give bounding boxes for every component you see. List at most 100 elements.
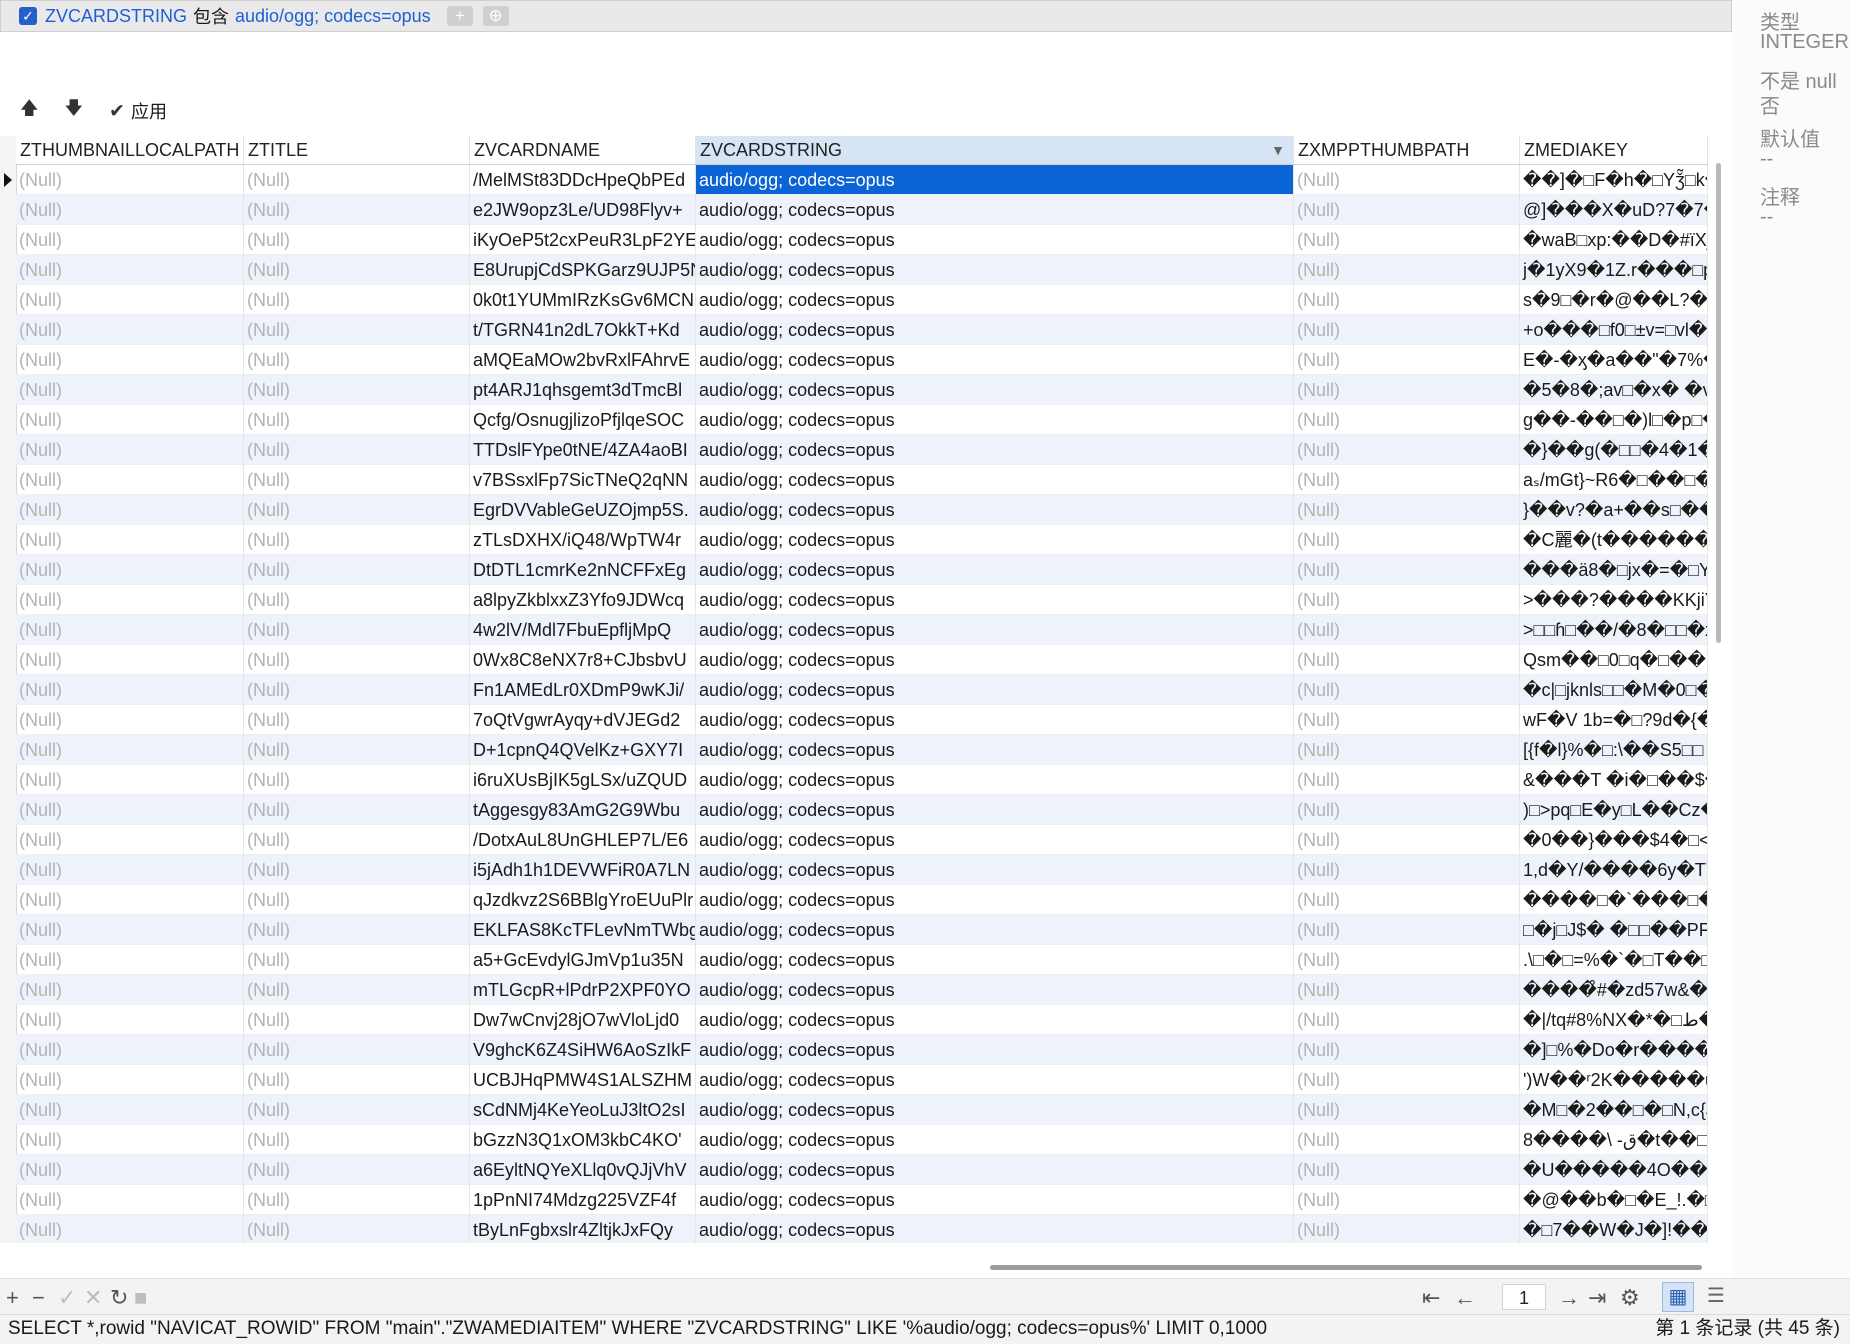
table-cell[interactable]: �c|□jknls□□�M�0□�D	[1520, 675, 1708, 705]
table-row[interactable]: (Null) (Null) v7BSsxlFp7SicTNeQ2qNN audio/o…	[16, 465, 1708, 495]
table-cell[interactable]: (Null)	[1294, 885, 1520, 915]
table-cell[interactable]: (Null)	[16, 405, 244, 435]
table-cell[interactable]: (Null)	[1294, 405, 1520, 435]
table-cell[interactable]: TTDslFYpe0tNE/4ZA4aoBI	[470, 435, 696, 465]
table-cell[interactable]: (Null)	[16, 1095, 244, 1125]
table-row[interactable]: (Null) (Null) zTLsDXHX/iQ48/WpTW4r audio/og…	[16, 525, 1708, 555]
table-cell[interactable]: (Null)	[244, 1095, 470, 1125]
table-cell[interactable]: audio/ogg; codecs=opus	[696, 1065, 1294, 1095]
table-cell[interactable]: ����̊#�zd57w&��~	[1520, 975, 1708, 1005]
table-cell[interactable]: �□7��W�J�]!��9□�(X	[1520, 1215, 1708, 1243]
table-cell[interactable]: (Null)	[1294, 1125, 1520, 1155]
grid-view-icon[interactable]: ▦	[1662, 1282, 1694, 1312]
table-cell[interactable]: (Null)	[16, 765, 244, 795]
filter-operator[interactable]: 包含	[193, 3, 229, 29]
table-cell[interactable]: (Null)	[1294, 1215, 1520, 1243]
table-cell[interactable]: (Null)	[16, 615, 244, 645]
table-cell[interactable]: audio/ogg; codecs=opus	[696, 975, 1294, 1005]
table-cell[interactable]: (Null)	[1294, 795, 1520, 825]
table-cell[interactable]: (Null)	[1294, 1095, 1520, 1125]
table-row[interactable]: (Null) (Null)/MelMSt83DDcHpeQbPEd audio/og…	[16, 165, 1708, 195]
table-cell[interactable]: (Null)	[1294, 735, 1520, 765]
table-cell[interactable]: (Null)	[244, 825, 470, 855]
table-cell[interactable]: >���?����KKjiY□E□�	[1520, 585, 1708, 615]
table-row[interactable]: (Null) (Null) tAggesgy83AmG2G9Wbu audio/ogg…	[16, 795, 1708, 825]
table-cell[interactable]: 4w2lV/Mdl7FbuEpfljMpQ	[470, 615, 696, 645]
table-cell[interactable]: 7oQtVgwrAyqy+dVJEGd2	[470, 705, 696, 735]
table-cell[interactable]: �C麗�(t������� |=J	[1520, 525, 1708, 555]
table-row[interactable]: (Null) (Null) iKyOeP5t2cxPeuR3LpF2YE audio/…	[16, 225, 1708, 255]
table-cell[interactable]: audio/ogg; codecs=opus	[696, 1185, 1294, 1215]
table-cell[interactable]: (Null)	[244, 765, 470, 795]
table-cell[interactable]: (Null)	[1294, 195, 1520, 225]
table-cell[interactable]: mTLGcpR+lPdrP2XPF0YO	[470, 975, 696, 1005]
table-cell[interactable]: Dw7wCnvj28jO7wVloLjd0	[470, 1005, 696, 1035]
table-cell[interactable]: (Null)	[1294, 285, 1520, 315]
table-cell[interactable]: audio/ogg; codecs=opus	[696, 1005, 1294, 1035]
table-row[interactable]: (Null) (Null) a5+GcEvdylGJmVp1u35N audio/og…	[16, 945, 1708, 975]
table-cell[interactable]: (Null)	[244, 525, 470, 555]
table-cell[interactable]: a6EyltNQYeXLlq0vQJjVhV	[470, 1155, 696, 1185]
table-cell[interactable]: (Null)	[16, 885, 244, 915]
table-cell[interactable]: V9ghcK6Z4SiHW6AoSzIkF	[470, 1035, 696, 1065]
table-cell[interactable]: (Null)	[16, 855, 244, 885]
table-cell[interactable]: (Null)	[244, 1065, 470, 1095]
table-cell[interactable]: (Null)	[16, 645, 244, 675]
table-cell[interactable]: (Null)	[1294, 555, 1520, 585]
table-row[interactable]: (Null) (Null) 0k0t1YUMmIRzKsGv6MCN audio/og…	[16, 285, 1708, 315]
table-cell[interactable]: (Null)	[1294, 915, 1520, 945]
table-cell[interactable]: 0Wx8C8eNX7r8+CJbsbvU	[470, 645, 696, 675]
table-cell[interactable]: (Null)	[16, 1035, 244, 1065]
table-cell[interactable]: (Null)	[16, 585, 244, 615]
last-page-icon[interactable]: ⇥	[1588, 1285, 1606, 1311]
table-cell[interactable]: (Null)	[1294, 1155, 1520, 1185]
table-row[interactable]: (Null) (Null) TTDslFYpe0tNE/4ZA4aoBI audio/…	[16, 435, 1708, 465]
table-cell[interactable]: (Null)	[244, 405, 470, 435]
table-cell[interactable]: (Null)	[1294, 675, 1520, 705]
table-cell[interactable]: �U�����4O��� xG�ᵢ	[1520, 1155, 1708, 1185]
table-cell[interactable]: �M□�2��□�□N,c{JL?�	[1520, 1095, 1708, 1125]
table-cell[interactable]: (Null)	[1294, 435, 1520, 465]
table-cell[interactable]: audio/ogg; codecs=opus	[696, 375, 1294, 405]
discard-changes-icon[interactable]: ✕	[84, 1285, 102, 1311]
add-record-icon[interactable]: +	[6, 1285, 19, 1311]
table-cell[interactable]: e2JW9opz3Le/UD98Flyv+	[470, 195, 696, 225]
table-cell[interactable]: (Null)	[244, 1125, 470, 1155]
table-cell[interactable]: i5jAdh1h1DEVWFiR0A7LN	[470, 855, 696, 885]
column-header[interactable]: ZMEDIAKEY	[1520, 136, 1708, 164]
table-cell[interactable]: (Null)	[244, 645, 470, 675]
filter-value[interactable]: audio/ogg; codecs=opus	[235, 6, 431, 27]
table-cell[interactable]: >□□ɦ□��/�8�□□�x�2	[1520, 615, 1708, 645]
table-cell[interactable]: (Null)	[16, 915, 244, 945]
table-cell[interactable]: t/TGRN41n2dL7OkkT+Kd	[470, 315, 696, 345]
table-cell[interactable]: (Null)	[1294, 825, 1520, 855]
table-cell[interactable]: (Null)	[1294, 315, 1520, 345]
table-cell[interactable]: /MelMSt83DDcHpeQbPEd	[470, 165, 696, 195]
table-cell[interactable]: Fn1AMEdLr0XDmP9wKJi/	[470, 675, 696, 705]
table-cell[interactable]: audio/ogg; codecs=opus	[696, 465, 1294, 495]
table-cell[interactable]: )□>pq□E�y□L��Cz��	[1520, 795, 1708, 825]
row-selector-gutter[interactable]	[0, 136, 17, 1243]
table-cell[interactable]: audio/ogg; codecs=opus	[696, 285, 1294, 315]
table-cell[interactable]: ���ä8�□jx�=�□Y�□h	[1520, 555, 1708, 585]
table-row[interactable]: (Null) (Null) Qcfg/OsnugjlizoPfjlqeSOC audi…	[16, 405, 1708, 435]
table-cell[interactable]: (Null)	[244, 315, 470, 345]
table-row[interactable]: (Null) (Null) i6ruXUsBjIK5gLSx/uZQUD audio/…	[16, 765, 1708, 795]
settings-gear-icon[interactable]: ⚙	[1620, 1285, 1640, 1311]
table-cell[interactable]: aMQEaMOw2bvRxlFAhrvE	[470, 345, 696, 375]
arrow-up-icon[interactable]: 🡅	[20, 96, 39, 126]
table-cell[interactable]: (Null)	[244, 465, 470, 495]
filter-enabled-checkbox[interactable]: ✓	[19, 7, 37, 25]
table-cell[interactable]: (Null)	[16, 1065, 244, 1095]
table-cell[interactable]: audio/ogg; codecs=opus	[696, 615, 1294, 645]
table-cell[interactable]: (Null)	[244, 735, 470, 765]
table-row[interactable]: (Null) (Null)/DotxAuL8UnGHLEP7L/E6 audio/o…	[16, 825, 1708, 855]
page-number-input[interactable]: 1	[1502, 1284, 1546, 1310]
table-cell[interactable]: audio/ogg; codecs=opus	[696, 225, 1294, 255]
table-cell[interactable]: (Null)	[1294, 345, 1520, 375]
table-row[interactable]: (Null) (Null) aMQEaMOw2bvRxlFAhrvE audio/og…	[16, 345, 1708, 375]
table-row[interactable]: (Null) (Null) a8lpyZkblxxZ3Yfo9JDWcq audio/…	[16, 585, 1708, 615]
table-cell[interactable]: (Null)	[1294, 765, 1520, 795]
table-cell[interactable]: EgrDVVableGeUZOjmp5S.	[470, 495, 696, 525]
table-row[interactable]: (Null) (Null) EKLFAS8KcTFLevNmTWbg audio/og…	[16, 915, 1708, 945]
